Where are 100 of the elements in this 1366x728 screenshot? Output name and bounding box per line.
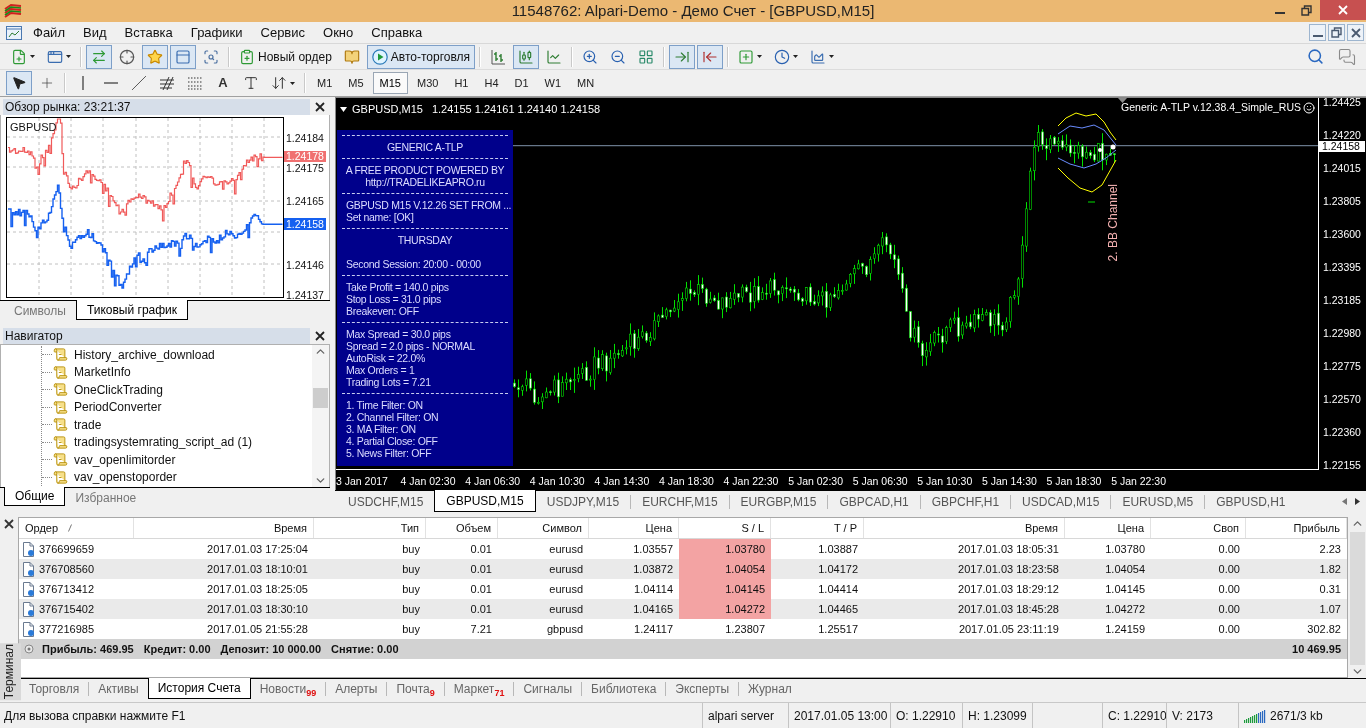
tab[interactable]: Библиотека bbox=[582, 679, 666, 699]
column-header[interactable]: Цена bbox=[1065, 518, 1151, 538]
time-label: 5 Jan 02:30 bbox=[788, 475, 844, 487]
column-header[interactable]: Время bbox=[864, 518, 1065, 538]
timeframe-button[interactable]: M1 bbox=[310, 72, 340, 94]
column-header[interactable]: Объем bbox=[426, 518, 498, 538]
column-header[interactable]: Ордер bbox=[19, 518, 134, 538]
close-button[interactable] bbox=[313, 99, 327, 114]
ask-price-tag: 1.24178 bbox=[284, 150, 326, 162]
scrollbar-thumb[interactable] bbox=[1349, 532, 1365, 665]
chart-tab[interactable]: USDCHF,M15 bbox=[337, 491, 435, 512]
minimize-icon bbox=[1274, 12, 1285, 14]
column-header[interactable]: Цена bbox=[589, 518, 679, 538]
table-cell-text: 1.04172 bbox=[817, 561, 859, 577]
menu-item[interactable]: Файл bbox=[24, 22, 74, 43]
auto-trading-button[interactable]: Авто-торговля bbox=[366, 44, 476, 69]
column-header[interactable]: S / L bbox=[679, 518, 771, 538]
tree-item[interactable]: tradingsystemrating_script_ad (1) bbox=[52, 433, 253, 452]
menu-item[interactable]: Вид bbox=[73, 22, 116, 43]
menu-item[interactable]: Справка bbox=[362, 22, 432, 43]
menu-item[interactable]: Окно bbox=[314, 22, 363, 43]
chart-tab[interactable]: GBPCAD,H1 bbox=[828, 491, 920, 512]
tree-item[interactable]: OneClickTrading bbox=[52, 380, 163, 399]
text-tool-button[interactable]: A bbox=[210, 71, 236, 95]
chat-icon[interactable] bbox=[1338, 47, 1356, 66]
timeframe-button[interactable]: W1 bbox=[537, 72, 569, 94]
chart-tab[interactable]: GBPCHF,H1 bbox=[920, 491, 1011, 512]
tab[interactable]: Сигналы bbox=[514, 679, 582, 699]
search-icon[interactable] bbox=[1307, 48, 1324, 65]
tab[interactable]: Символы bbox=[4, 301, 76, 321]
table-cell-text: 2017.01.03 18:25:05 bbox=[206, 581, 309, 597]
timeframe-button[interactable]: M30 bbox=[409, 72, 446, 94]
chart-tab[interactable]: USDJPY,M15 bbox=[535, 491, 631, 512]
table-cell-text: 1.04145 bbox=[1104, 581, 1146, 597]
tab[interactable]: Журнал bbox=[739, 679, 801, 699]
table-cell-text: 376699659 bbox=[39, 541, 95, 557]
chart-tab[interactable]: EURGBP,M15 bbox=[729, 491, 828, 512]
timeframe-button[interactable]: H1 bbox=[447, 72, 476, 94]
tab[interactable]: Общие bbox=[4, 487, 66, 506]
table-cell-text: 0.00 bbox=[1217, 541, 1241, 557]
tree-item[interactable]: vav_openlimitorder bbox=[52, 450, 176, 469]
tab[interactable]: Тиковый график bbox=[75, 300, 189, 320]
area-chart-icon bbox=[810, 48, 827, 65]
tree-item[interactable]: vav_openstoporder bbox=[52, 468, 177, 487]
tree-item[interactable]: trade bbox=[52, 415, 102, 434]
restore-button[interactable] bbox=[1328, 24, 1345, 41]
column-header[interactable]: Время bbox=[134, 518, 314, 538]
column-header[interactable]: T / P bbox=[771, 518, 864, 538]
column-header[interactable]: Символ bbox=[498, 518, 589, 538]
minimize-button[interactable] bbox=[1309, 24, 1326, 41]
tree-item[interactable]: PeriodConverter bbox=[52, 398, 162, 417]
column-header[interactable]: Прибыль bbox=[1246, 518, 1347, 538]
right-arrow-icon[interactable] bbox=[1355, 497, 1360, 505]
close-icon bbox=[315, 101, 325, 112]
price-label: 1.24137 bbox=[286, 289, 324, 301]
tab[interactable]: Маркет$_{71}$ bbox=[444, 679, 514, 699]
table-cell-text: 2017.01.03 18:30:10 bbox=[206, 601, 309, 617]
tab[interactable]: Торговля bbox=[20, 679, 89, 699]
app-logo-icon bbox=[4, 3, 22, 19]
close-button[interactable] bbox=[1347, 24, 1364, 41]
menu-item[interactable]: Графики bbox=[181, 22, 252, 43]
panel-title: Терминал bbox=[0, 642, 21, 700]
tree-item[interactable]: MarketInfo bbox=[52, 363, 131, 382]
timeframe-button[interactable]: MN bbox=[570, 72, 602, 94]
menu-item[interactable]: Вставка bbox=[115, 22, 182, 43]
tab[interactable]: История Счета bbox=[147, 678, 251, 699]
server-name: alpari server bbox=[708, 707, 775, 725]
current-price-tag: 1.24158 bbox=[1319, 141, 1365, 153]
tab[interactable]: Эксперты bbox=[666, 679, 739, 699]
chart-tab[interactable]: GBPUSD,H1 bbox=[1205, 491, 1297, 512]
bar-time: 2017.01.05 13:00 bbox=[794, 707, 888, 725]
chart-tab[interactable]: EURCHF,M15 bbox=[631, 491, 729, 512]
tab[interactable]: Активы bbox=[89, 679, 148, 699]
menu-item[interactable]: Сервис bbox=[251, 22, 315, 43]
scrollbar-thumb[interactable] bbox=[313, 388, 328, 408]
column-header[interactable]: Тип bbox=[314, 518, 426, 538]
chart-tab[interactable]: GBPUSD,M15 bbox=[434, 490, 536, 512]
close-button[interactable] bbox=[313, 328, 327, 343]
tree-item[interactable]: History_archive_download bbox=[52, 345, 215, 364]
timeframe-button[interactable]: H4 bbox=[477, 72, 506, 94]
toolbar-button[interactable] bbox=[6, 71, 32, 95]
tab[interactable]: Алерты bbox=[326, 679, 387, 699]
chart-tab[interactable]: USDCAD,M15 bbox=[1011, 491, 1111, 512]
left-arrow-icon[interactable] bbox=[1342, 497, 1347, 505]
tab[interactable]: Почта$_{9}$ bbox=[387, 679, 444, 699]
price-label: 1.22155 bbox=[1323, 459, 1361, 471]
price-label: 1.24175 bbox=[286, 162, 324, 174]
timeframe-button[interactable]: M15 bbox=[372, 72, 408, 94]
play-icon bbox=[371, 48, 388, 65]
tab[interactable]: Избранное bbox=[65, 488, 147, 507]
caret-icon bbox=[30, 55, 35, 58]
timeframe-button[interactable]: M5 bbox=[341, 72, 371, 94]
bid-price-tag: 1.24158 bbox=[284, 218, 326, 231]
column-header[interactable]: Своп bbox=[1151, 518, 1246, 538]
caret-icon bbox=[290, 81, 295, 85]
close-button[interactable] bbox=[3, 518, 15, 530]
tab[interactable]: Новости$_{99}$ bbox=[250, 679, 326, 699]
timeframe-button[interactable]: D1 bbox=[507, 72, 536, 94]
chart-tab[interactable]: EURUSD,M5 bbox=[1111, 491, 1205, 512]
new-order-button[interactable]: Новый ордер bbox=[234, 44, 337, 69]
